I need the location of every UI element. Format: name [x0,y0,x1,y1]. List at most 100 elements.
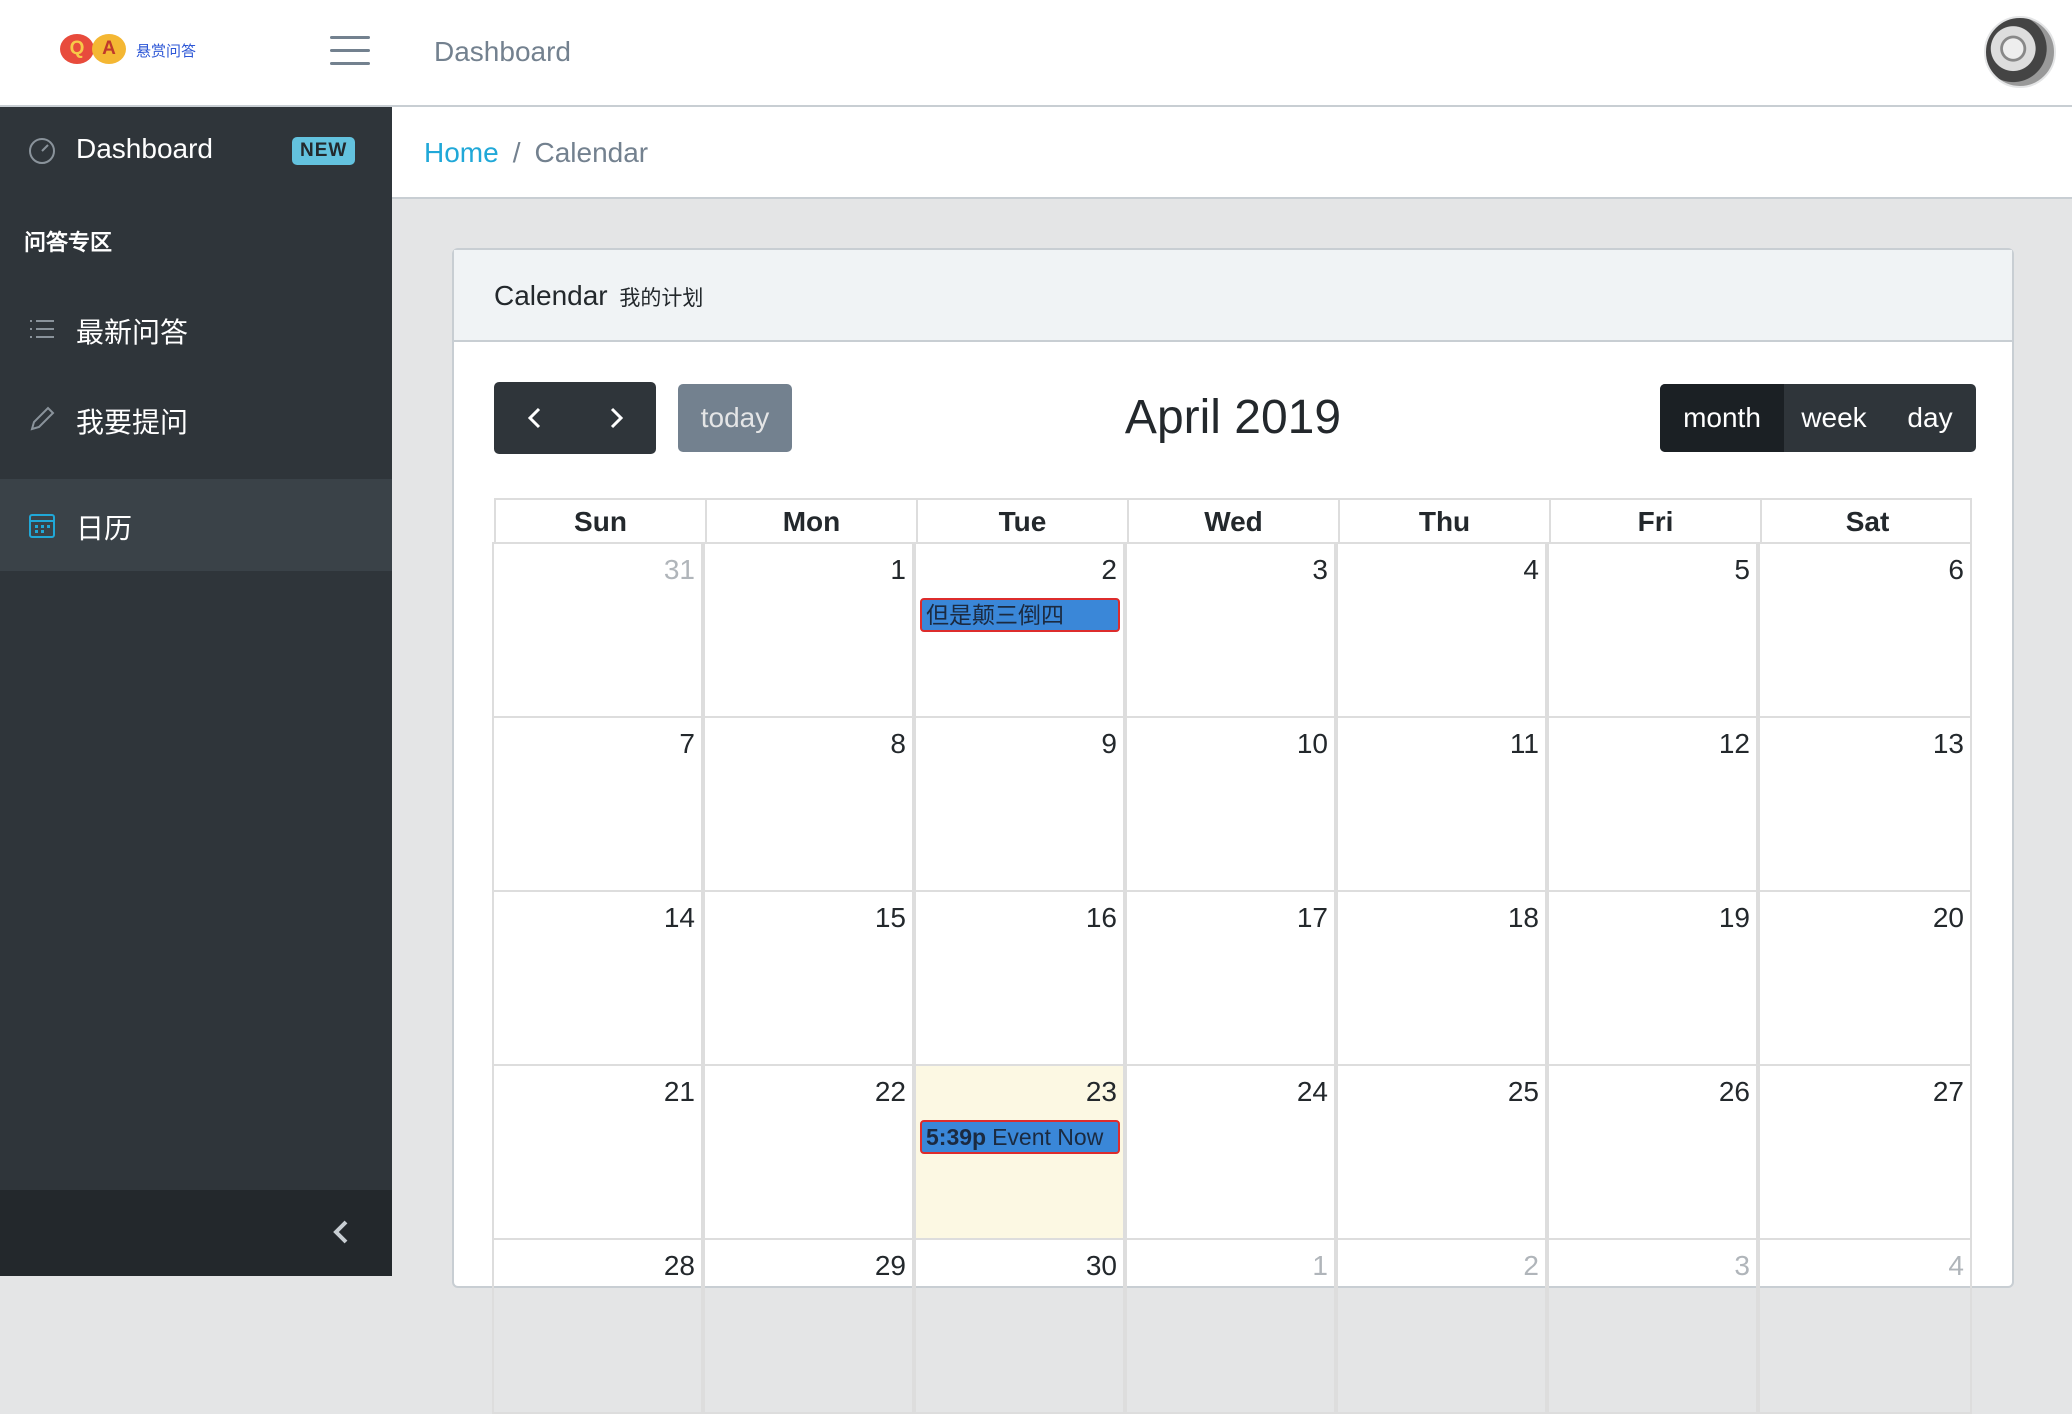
day-cell[interactable]: 28 [492,1238,703,1414]
day-cell[interactable]: 19 [1547,890,1758,1066]
day-cell[interactable]: 9 [914,716,1125,892]
view-month-button[interactable]: month [1660,384,1784,452]
day-cell[interactable]: 21 [492,1064,703,1240]
day-number: 13 [1932,728,1964,759]
breadcrumb-separator: / [512,137,521,168]
day-cell[interactable]: 2 [1336,1238,1547,1414]
day-cell[interactable]: 22 [703,1064,914,1240]
day-cell[interactable]: 12 [1547,716,1758,892]
day-cell[interactable]: 2 但是颠三倒四 [914,542,1125,718]
day-cell[interactable]: 18 [1336,890,1547,1066]
day-number: 23 [1085,1076,1117,1107]
day-cell[interactable]: 8 [703,716,914,892]
day-cell[interactable]: 20 [1758,890,1972,1066]
view-day-button[interactable]: day [1884,384,1976,452]
calendar-card: Calendar 我的计划 today April 2019 month wee… [452,248,2014,1414]
header-title[interactable]: Dashboard [434,36,571,68]
day-cell[interactable]: 25 [1336,1064,1547,1240]
avatar[interactable] [1984,16,2056,88]
view-week-button[interactable]: week [1784,384,1884,452]
day-number: 17 [1296,902,1328,933]
sidebar-item-dashboard[interactable]: Dashboard NEW [0,109,392,193]
day-cell[interactable]: 16 [914,890,1125,1066]
day-cell[interactable]: 24 [1125,1064,1336,1240]
sidebar-item-ask[interactable]: 我要提问 [0,377,392,461]
weekday-header: Wed [1129,500,1340,544]
day-cell[interactable]: 5 [1547,542,1758,718]
day-number: 31 [663,554,695,585]
day-cell[interactable]: 6 [1758,542,1972,718]
day-cell[interactable]: 4 [1758,1238,1972,1414]
day-number: 8 [890,728,906,759]
day-cell[interactable]: 26 [1547,1064,1758,1240]
day-number: 19 [1718,902,1750,933]
calendar-grid: Sun Mon Tue Wed Thu Fri Sat 31 1 2 但是颠三倒… [492,498,1972,1414]
list-icon [30,320,54,338]
logo-a-bubble: A [92,34,126,64]
card-subtitle: 我的计划 [619,287,704,310]
day-number: 5 [1734,554,1750,585]
breadcrumb-home-link[interactable]: Home [424,137,499,168]
weekday-header: Sat [1845,506,1890,537]
weekday-header: Tue [918,500,1129,544]
breadcrumb-bar: Home / Calendar [392,107,2072,199]
day-number: 24 [1296,1076,1328,1107]
week-row: 31 1 2 但是颠三倒四 3 4 5 6 [492,542,1972,718]
day-number: 4 [1948,1250,1964,1281]
day-cell[interactable]: 1 [703,542,914,718]
day-number: 1 [890,554,906,585]
sidebar-minimizer-button[interactable] [0,1190,392,1276]
event-time: 5:39p [926,1124,987,1150]
calendar-event[interactable]: 但是颠三倒四 [920,598,1120,632]
day-number: 10 [1296,728,1328,759]
day-cell[interactable]: 11 [1336,716,1547,892]
day-cell[interactable]: 3 [1547,1238,1758,1414]
day-number: 30 [1085,1250,1117,1281]
sidebar-item-calendar[interactable]: 日历 [0,479,392,571]
day-cell[interactable]: 13 [1758,716,1972,892]
day-number: 4 [1523,554,1539,585]
day-cell[interactable]: 17 [1125,890,1336,1066]
day-cell[interactable]: 3 [1125,542,1336,718]
day-cell[interactable]: 4 [1336,542,1547,718]
day-cell[interactable]: 7 [492,716,703,892]
week-row: 21 22 23 5:39p Event Now 24 25 26 27 [492,1064,1972,1240]
new-badge: NEW [292,137,356,165]
app-header: Q A 悬赏问答 Dashboard [0,0,2072,107]
menu-toggle-icon[interactable] [330,36,370,68]
brand-logo[interactable]: Q A 悬赏问答 [58,30,208,70]
day-cell[interactable]: 10 [1125,716,1336,892]
day-cell[interactable]: 29 [703,1238,914,1414]
day-number: 3 [1312,554,1328,585]
sidebar-item-label: 日历 [76,513,133,544]
day-cell[interactable]: 14 [492,890,703,1066]
breadcrumb-current: Calendar [534,137,649,168]
day-number: 21 [663,1076,695,1107]
day-number: 18 [1507,902,1539,933]
card-header: Calendar 我的计划 [454,250,2012,342]
week-row: 14 15 16 17 18 19 20 [492,890,1972,1066]
week-row: 28 29 30 1 2 3 4 [492,1238,1972,1414]
sidebar: Dashboard NEW 问答专区 最新问答 我要提问 日历 [0,107,392,1276]
calendar-event[interactable]: 5:39p Event Now [920,1120,1120,1154]
day-cell[interactable]: 31 [492,542,703,718]
sidebar-item-label: 最新问答 [76,317,189,348]
day-cell[interactable]: 1 [1125,1238,1336,1414]
day-cell[interactable]: 15 [703,890,914,1066]
card-title-text: Calendar [494,280,608,311]
weekday-header: Mon [707,500,918,544]
day-number: 9 [1101,728,1117,759]
day-number: 3 [1734,1250,1750,1281]
day-number: 1 [1312,1250,1328,1281]
day-number: 25 [1507,1076,1539,1107]
day-number: 26 [1718,1076,1750,1107]
day-number: 22 [874,1076,906,1107]
calendar-icon [29,514,55,538]
day-cell[interactable]: 30 [914,1238,1125,1414]
speedometer-icon [29,138,55,164]
day-number: 27 [1932,1076,1964,1107]
sidebar-item-latest[interactable]: 最新问答 [0,287,392,371]
day-cell-today[interactable]: 23 5:39p Event Now [914,1064,1125,1240]
day-cell[interactable]: 27 [1758,1064,1972,1240]
chevron-left-icon [333,1220,348,1244]
